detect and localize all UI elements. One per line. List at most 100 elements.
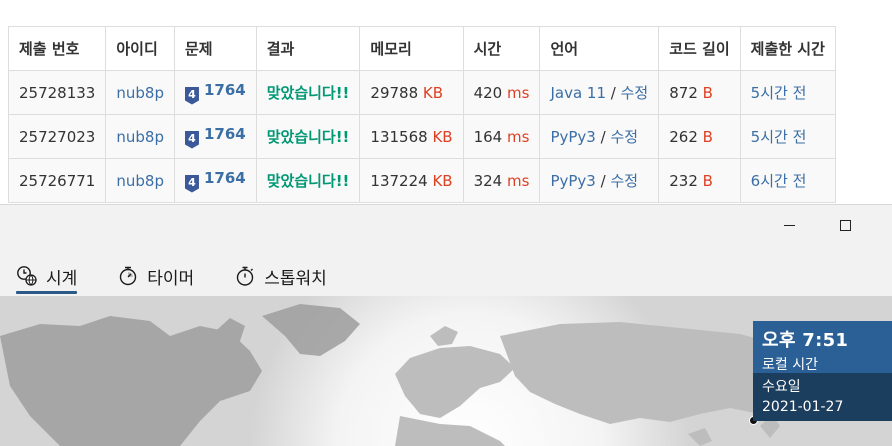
tab-timer[interactable]: 타이머 (117, 259, 194, 293)
time-card-header: 오후 7:51 로컬 시간 (753, 321, 892, 373)
table-row: 25728133 nub8p 4 1764 맞았습니다!! 29788 KB 42… (7, 70, 836, 115)
header-code-length: 코드 길이 (658, 26, 741, 71)
edit-link[interactable]: 수정 (610, 128, 638, 146)
problem-link[interactable]: 1764 (204, 125, 246, 143)
tab-stopwatch-label: 스톱워치 (264, 268, 327, 289)
submitted-cell: 5시간 전 (739, 70, 836, 115)
memory-cell: 29788 KB (359, 70, 464, 115)
weekday-label: 수요일 (762, 379, 801, 395)
table-row: 25727023 nub8p 4 1764 맞았습니다!! 131568 KB 1… (7, 114, 836, 159)
submission-table-area: 제출 번호 아이디 문제 결과 메모리 시간 언어 코드 길이 제출한 시간 2… (0, 0, 892, 204)
world-clock-icon (17, 266, 37, 286)
time-value: 164 (473, 127, 503, 146)
code-length-value: 872 (669, 83, 698, 102)
minimize-icon (783, 224, 795, 226)
time-card-footer: 수요일 2021-01-27 (753, 373, 892, 421)
result-cell: 맞았습니다!! (255, 158, 361, 203)
memory-value: 131568 (370, 127, 428, 146)
tier-badge-icon: 4 (184, 86, 199, 105)
submission-id: 25728133 (7, 70, 107, 115)
table-header-row: 제출 번호 아이디 문제 결과 메모리 시간 언어 코드 길이 제출한 시간 (7, 26, 836, 71)
memory-unit: KB (432, 127, 453, 146)
tab-clock[interactable]: 시계 (16, 259, 78, 294)
result-accepted: 맞았습니다!! (266, 128, 350, 146)
submitted-time-link[interactable]: 6시간 전 (751, 172, 807, 190)
result-cell: 맞았습니다!! (255, 114, 361, 159)
edit-link[interactable]: 수정 (621, 84, 649, 102)
code-length-cell: 232 B (658, 158, 741, 203)
edit-link[interactable]: 수정 (610, 172, 638, 190)
tier-badge-icon: 4 (184, 174, 199, 193)
result-accepted: 맞았습니다!! (266, 172, 350, 190)
problem-link[interactable]: 1764 (204, 169, 246, 187)
code-length-cell: 262 B (658, 114, 741, 159)
language-separator: / (610, 84, 616, 102)
memory-value: 137224 (370, 171, 428, 190)
header-submitted-at: 제출한 시간 (739, 26, 836, 71)
header-submission-id: 제출 번호 (7, 26, 107, 71)
problem-cell: 4 1764 (173, 70, 257, 115)
location-label: 로컬 시간 (762, 357, 818, 373)
language-separator: / (600, 172, 606, 190)
language-separator: / (600, 128, 606, 146)
language-link[interactable]: PyPy3 (550, 128, 595, 146)
header-language: 언어 (539, 26, 660, 71)
date-label: 2021-01-27 (762, 399, 844, 415)
user-cell: nub8p (105, 70, 175, 115)
user-link[interactable]: nub8p (116, 172, 164, 190)
time-cell: 164 ms (462, 114, 541, 159)
time-value: 420 (473, 83, 503, 102)
problem-link[interactable]: 1764 (204, 81, 246, 99)
submission-id: 25726771 (7, 158, 107, 203)
header-time: 시간 (462, 26, 541, 71)
header-memory: 메모리 (359, 26, 464, 71)
problem-cell: 4 1764 (173, 114, 257, 159)
table-row: 25726771 nub8p 4 1764 맞았습니다!! 137224 KB 3… (7, 158, 836, 203)
tab-clock-label: 시계 (46, 268, 78, 289)
language-link[interactable]: PyPy3 (550, 172, 595, 190)
memory-cell: 137224 KB (359, 158, 464, 203)
header-problem: 문제 (173, 26, 257, 71)
timer-icon (120, 266, 137, 286)
user-cell: nub8p (105, 158, 175, 203)
language-link[interactable]: Java 11 (550, 84, 606, 102)
memory-value: 29788 (370, 83, 419, 102)
submission-table: 제출 번호 아이디 문제 결과 메모리 시간 언어 코드 길이 제출한 시간 2… (7, 26, 836, 203)
time-unit: ms (507, 171, 530, 190)
tab-stopwatch[interactable]: 스톱워치 (234, 259, 327, 293)
code-length-unit: B (702, 83, 713, 102)
user-cell: nub8p (105, 114, 175, 159)
code-length-cell: 872 B (658, 70, 741, 115)
time-unit: ms (507, 127, 530, 146)
problem-cell: 4 1764 (173, 158, 257, 203)
tier-badge-icon: 4 (184, 130, 199, 149)
time-unit: ms (507, 83, 530, 102)
language-cell: Java 11 / 수정 (539, 70, 660, 115)
clock-app-window: 시계 타이머 스톱워치 오후 7:51 로컬 시간 수요일 2021-01-27 (0, 204, 892, 446)
tab-timer-label: 타이머 (147, 268, 195, 289)
memory-unit: KB (432, 171, 453, 190)
maximize-button[interactable] (822, 205, 868, 245)
local-time-card[interactable]: 오후 7:51 로컬 시간 수요일 2021-01-27 (753, 321, 892, 421)
submitted-time-link[interactable]: 5시간 전 (751, 128, 807, 146)
user-link[interactable]: nub8p (116, 84, 164, 102)
submission-id: 25727023 (7, 114, 107, 159)
code-length-unit: B (702, 127, 713, 146)
time-value: 324 (473, 171, 503, 190)
header-result: 결과 (255, 26, 361, 71)
submitted-cell: 6시간 전 (739, 158, 836, 203)
time-cell: 324 ms (462, 158, 541, 203)
language-cell: PyPy3 / 수정 (539, 114, 660, 159)
memory-cell: 131568 KB (359, 114, 464, 159)
user-link[interactable]: nub8p (116, 128, 164, 146)
language-cell: PyPy3 / 수정 (539, 158, 660, 203)
minimize-button[interactable] (766, 205, 812, 245)
result-cell: 맞았습니다!! (255, 70, 361, 115)
memory-unit: KB (422, 83, 444, 102)
code-length-value: 262 (669, 127, 698, 146)
maximize-icon (839, 219, 851, 231)
code-length-unit: B (702, 171, 713, 190)
current-time: 오후 7:51 (762, 330, 849, 351)
header-user: 아이디 (105, 26, 175, 71)
submitted-time-link[interactable]: 5시간 전 (751, 84, 807, 102)
